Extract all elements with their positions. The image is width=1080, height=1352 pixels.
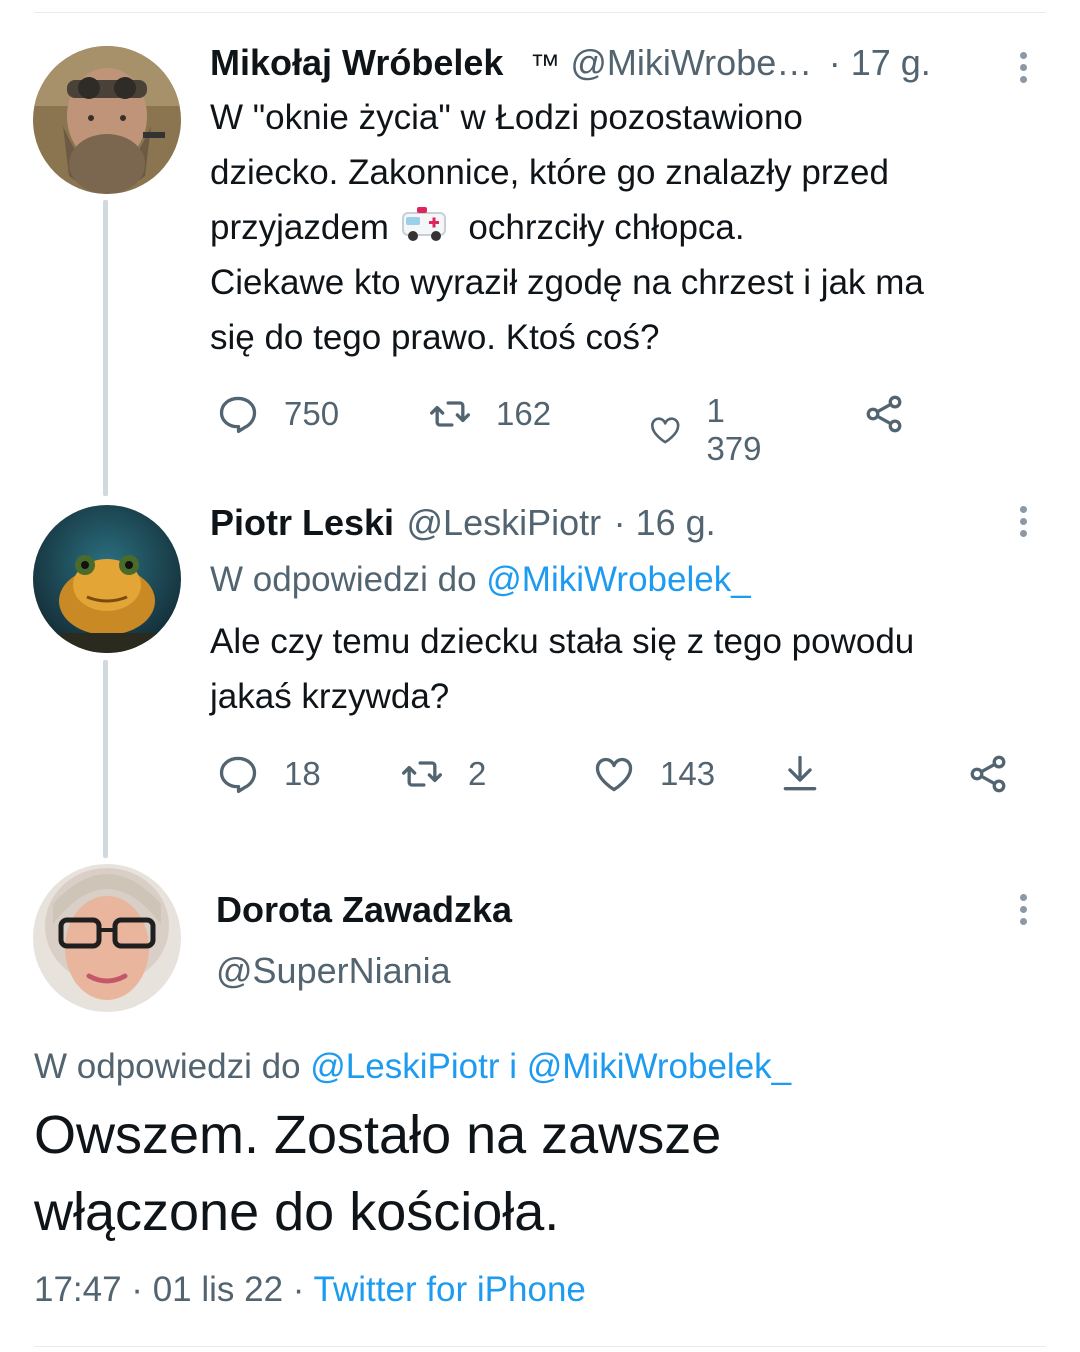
tweet-line: jakaś krzywda? [210, 677, 450, 716]
more-icon[interactable] [1018, 894, 1030, 930]
author-handle[interactable]: @LeskiPiotr [407, 502, 602, 543]
retweet-button[interactable]: 2 [400, 752, 486, 796]
share-button[interactable] [966, 752, 1010, 796]
author-name[interactable]: Piotr Leski [210, 502, 394, 543]
tweet-2-actions: 18 2 143 [210, 752, 1030, 802]
ambulance-emoji-icon [399, 205, 451, 245]
reply-button[interactable]: 750 [216, 392, 339, 436]
top-divider [34, 12, 1046, 13]
author-handle[interactable]: @MikiWrobe… [570, 42, 812, 83]
tweet-age[interactable]: · 16 g. [614, 502, 716, 543]
tweet-line: Ale czy temu dziecku stała się z tego po… [210, 622, 915, 661]
avatar-dorota[interactable] [33, 864, 181, 1012]
reply-icon [219, 756, 257, 794]
author-handle[interactable]: @SuperNiania [216, 950, 451, 992]
reply-joiner: i [509, 1047, 517, 1086]
tweet-2-text: Ale czy temu dziecku stała się z tego po… [210, 614, 1055, 724]
tweet-line: przyjazdem ochrzciły chłopca. [210, 200, 1055, 255]
more-icon[interactable] [1018, 52, 1030, 88]
reply-context: W odpowiedzi do @MikiWrobelek_ [210, 560, 751, 600]
tweet-1-text: W "oknie życia" w Łodzi pozostawiono dzi… [210, 90, 1055, 365]
tweet-1-header: Mikołaj Wróbelek ™ @MikiWrobe… · 17 g. [210, 42, 931, 84]
heart-icon [651, 417, 680, 444]
tweet-line: dziecko. Zakonnice, które go znalazły pr… [210, 153, 889, 192]
trademark-badge: ™ [529, 49, 560, 82]
tweet-metadata: 17:47 · 01 lis 22 · Twitter for iPhone [34, 1270, 586, 1310]
retweet-icon [430, 401, 470, 427]
timestamp[interactable]: 17:47 · 01 lis 22 · [34, 1270, 304, 1309]
source-link[interactable]: Twitter for iPhone [314, 1270, 586, 1309]
retweet-count: 2 [468, 755, 487, 792]
bottom-divider [34, 1346, 1046, 1347]
share-button[interactable] [862, 392, 906, 436]
download-icon [783, 755, 817, 791]
like-count: 1 379 [706, 392, 762, 467]
tweet-age[interactable]: · 17 g. [829, 42, 931, 83]
retweet-icon [402, 761, 442, 787]
main-tweet-author: Dorota Zawadzka [216, 889, 512, 931]
heart-icon [595, 757, 633, 792]
like-button[interactable]: 1 379 [648, 392, 771, 468]
reply-count: 18 [284, 755, 321, 792]
reply-context: W odpowiedzi do @LeskiPiotr i @MikiWrobe… [34, 1047, 791, 1087]
reply-prefix: W odpowiedzi do [210, 560, 477, 599]
author-name[interactable]: Dorota Zawadzka [216, 889, 512, 931]
avatar-piotr[interactable] [33, 505, 181, 653]
share-icon [970, 755, 1006, 793]
mention-link[interactable]: @MikiWrobelek_ [486, 560, 750, 599]
tweet-line-part: przyjazdem [210, 208, 399, 247]
author-name[interactable]: Mikołaj Wróbelek [210, 42, 503, 83]
reply-prefix: W odpowiedzi do [34, 1047, 301, 1086]
mention-link[interactable]: @MikiWrobelek_ [527, 1047, 791, 1086]
retweet-button[interactable]: 162 [428, 392, 551, 436]
reply-button[interactable]: 18 [216, 752, 321, 796]
share-icon [866, 395, 902, 433]
tweet-line: W "oknie życia" w Łodzi pozostawiono [210, 98, 803, 137]
like-count: 143 [660, 755, 716, 792]
tweet-line: się do tego prawo. Ktoś coś? [210, 318, 660, 357]
like-button[interactable]: 143 [592, 752, 715, 796]
mention-link[interactable]: @LeskiPiotr [310, 1047, 499, 1086]
retweet-count: 162 [496, 395, 552, 432]
tweet-line-part: ochrzciły chłopca. [458, 208, 745, 247]
more-icon[interactable] [1018, 506, 1030, 542]
thread-line [103, 660, 108, 858]
download-button[interactable] [778, 752, 822, 796]
tweet-2-header: Piotr Leski @LeskiPiotr · 16 g. [210, 502, 716, 544]
tweet-line: Ciekawe kto wyraził zgodę na chrzest i j… [210, 263, 924, 302]
tweet-line: Owszem. Zostało na zawsze [34, 1105, 722, 1165]
tweet-line: włączone do kościoła. [34, 1182, 560, 1242]
avatar-mikolaj[interactable] [33, 46, 181, 194]
reply-count: 750 [284, 395, 340, 432]
reply-icon [219, 396, 257, 434]
thread-line [103, 200, 108, 496]
main-tweet-text: Owszem. Zostało na zawsze włączone do ko… [34, 1097, 1044, 1251]
